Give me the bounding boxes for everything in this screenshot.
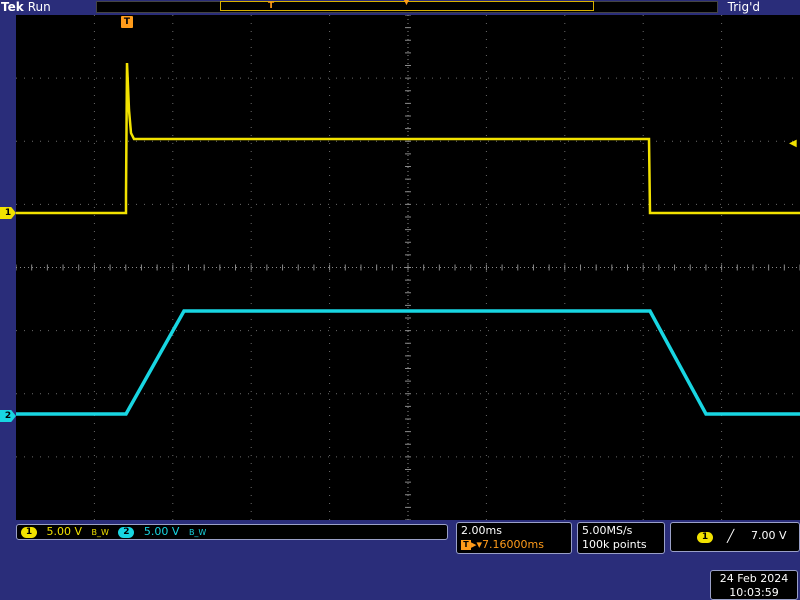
graticule bbox=[16, 15, 800, 520]
trigger-level-icon[interactable]: ◀ bbox=[789, 139, 797, 149]
horizontal-readout[interactable]: 2.00ms T ▸▾7.16000ms bbox=[456, 522, 572, 554]
record-length: 100k points bbox=[582, 538, 647, 551]
bandwidth-limit-icon: B_W bbox=[91, 528, 109, 537]
trigger-source-badge: 1 bbox=[697, 532, 713, 543]
date: 24 Feb 2024 bbox=[719, 572, 789, 585]
trigger-position-marker[interactable]: T bbox=[121, 16, 133, 28]
bandwidth-limit-icon: B_W bbox=[188, 528, 207, 537]
channel-readouts[interactable]: 1 5.00 V B_W 2 5.00 V B_W bbox=[16, 524, 448, 540]
trigger-icon: T bbox=[461, 540, 471, 550]
trigger-position-readout: T ▸▾7.16000ms bbox=[461, 538, 567, 552]
ch2-ground-marker[interactable]: 2 bbox=[0, 410, 16, 422]
ch2-trace bbox=[16, 309, 800, 416]
acquisition-readout[interactable]: 5.00MS/s 100k points bbox=[577, 522, 665, 554]
trigger-readout[interactable]: 1 ╱ 7.00 V bbox=[670, 522, 800, 552]
rising-edge-icon: ╱ bbox=[727, 529, 735, 543]
sample-rate: 5.00MS/s bbox=[582, 524, 633, 537]
record-trigger-marker: T bbox=[268, 1, 275, 11]
ch2-badge[interactable]: 2 bbox=[118, 526, 135, 538]
trigger-status: Trig'd bbox=[727, 0, 760, 14]
waveform-display[interactable] bbox=[16, 15, 800, 520]
ch1-scale: 5.00 V bbox=[46, 525, 83, 538]
brand-run-status: Tek Run bbox=[1, 0, 51, 14]
ch1-badge[interactable]: 1 bbox=[21, 526, 37, 538]
trigger-level: 7.00 V bbox=[751, 529, 787, 542]
date-time: 24 Feb 2024 10:03:59 bbox=[710, 570, 798, 600]
trigger-position-value: ▸▾7.16000ms bbox=[471, 538, 544, 551]
ch1-trace bbox=[16, 62, 800, 215]
run-state[interactable]: Run bbox=[28, 0, 51, 14]
time-per-div: 2.00ms bbox=[461, 524, 502, 537]
ch1-ground-marker[interactable]: 1 bbox=[0, 207, 16, 219]
ch2-scale: 5.00 V bbox=[143, 525, 180, 538]
brand-logo: Tek bbox=[1, 0, 24, 14]
time: 10:03:59 bbox=[729, 586, 779, 599]
chevron-down-icon: ▼ bbox=[403, 0, 410, 7]
